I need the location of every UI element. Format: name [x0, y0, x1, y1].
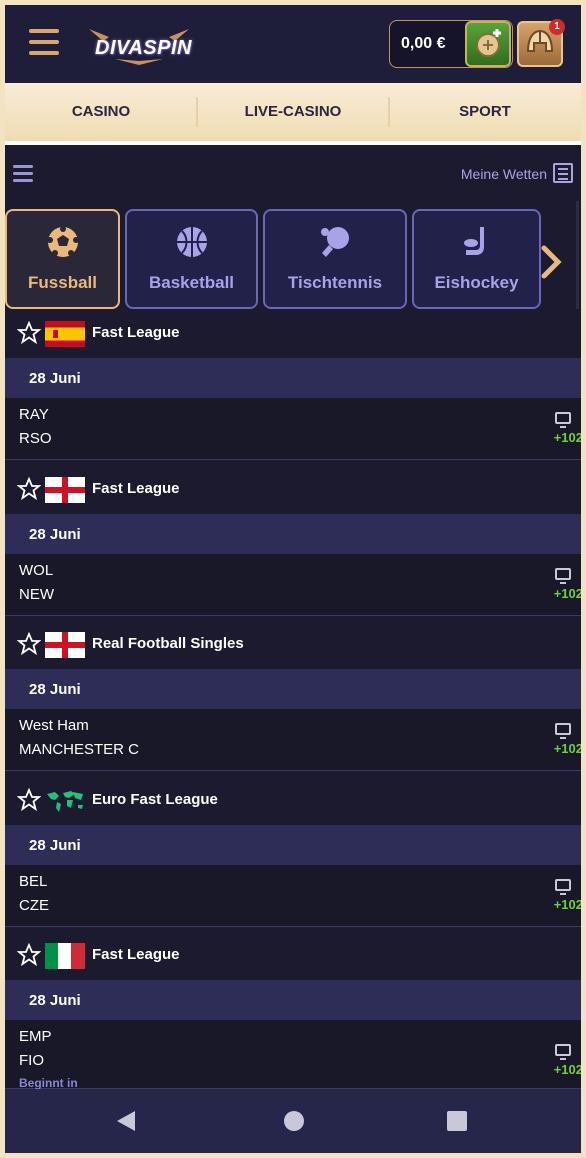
star-icon[interactable]: [17, 788, 41, 812]
home-team: BEL: [19, 873, 48, 890]
star-icon[interactable]: [17, 477, 41, 501]
match-date: 28 Juni: [29, 370, 81, 387]
tv-icon: [555, 879, 571, 895]
match-date: 28 Juni: [29, 526, 81, 543]
league-header[interactable]: Fast League: [5, 313, 581, 355]
my-bets-link[interactable]: Meine Wetten: [461, 166, 547, 182]
sports-menu-icon[interactable]: [13, 165, 33, 183]
bet-slip-icon[interactable]: [553, 163, 573, 183]
back-icon[interactable]: [117, 1111, 135, 1131]
nav-casino[interactable]: CASINO: [5, 83, 197, 141]
tile-label: Tischtennis: [287, 273, 383, 292]
top-header: DIVASPIN 0,00 € 1: [5, 5, 581, 83]
tv-icon: [555, 412, 571, 428]
date-row: 28 Juni: [5, 669, 581, 709]
league-name: Fast League: [92, 480, 180, 497]
date-row: 28 Juni: [5, 514, 581, 554]
home-icon[interactable]: [284, 1111, 304, 1131]
coin-plus-icon: [476, 29, 501, 57]
match-row[interactable]: EMP FIO Beginnt in +102: [5, 1020, 581, 1090]
match-row[interactable]: West Ham MANCHESTER C +102: [5, 709, 581, 771]
home-team: RAY: [19, 406, 49, 423]
match-date: 28 Juni: [29, 681, 81, 698]
italy-flag-icon: [45, 943, 85, 969]
date-row: 28 Juni: [5, 358, 581, 398]
date-row: 28 Juni: [5, 825, 581, 865]
away-team: CZE: [19, 897, 49, 914]
home-team: West Ham: [19, 717, 89, 734]
match-date: 28 Juni: [29, 992, 81, 1009]
chevron-right-icon[interactable]: [539, 245, 563, 279]
league-name: Fast League: [92, 946, 180, 963]
star-icon[interactable]: [17, 321, 41, 345]
league-name: Euro Fast League: [92, 791, 218, 808]
tile-label: Eishockey: [434, 273, 519, 292]
profile-button[interactable]: 1: [517, 19, 565, 67]
match-row[interactable]: BEL CZE +102: [5, 865, 581, 927]
match-row[interactable]: WOL NEW +102: [5, 554, 581, 616]
league-name: Fast League: [92, 324, 180, 341]
notification-badge: 1: [549, 19, 565, 35]
england-flag-icon: [45, 632, 85, 658]
nav-live-casino[interactable]: LIVE-CASINO: [197, 83, 389, 141]
markets-count[interactable]: +102: [554, 741, 581, 756]
league-header[interactable]: Fast League: [5, 935, 581, 977]
away-team: RSO: [19, 430, 52, 447]
star-icon[interactable]: [17, 943, 41, 967]
away-team: NEW: [19, 586, 54, 603]
nav-sport[interactable]: SPORT: [389, 83, 581, 141]
home-team: EMP: [19, 1028, 52, 1045]
sport-tiles: Fussball Basketball Tischtennis Eishocke…: [5, 209, 581, 313]
tile-fussball[interactable]: Fussball: [5, 209, 120, 309]
menu-icon[interactable]: [29, 29, 59, 57]
markets-count[interactable]: +102: [554, 1062, 581, 1077]
deposit-button[interactable]: [465, 21, 511, 67]
logo-text: DIVASPIN: [95, 37, 192, 59]
tile-tischtennis[interactable]: Tischtennis: [263, 209, 407, 309]
home-team: WOL: [19, 562, 54, 579]
balance-amount: 0,00 €: [401, 35, 446, 52]
brand-logo[interactable]: DIVASPIN: [85, 23, 193, 65]
recent-apps-icon[interactable]: [447, 1111, 467, 1131]
hockey-icon: [463, 227, 484, 255]
tv-icon: [555, 1044, 571, 1060]
soccer-ball-icon: [46, 226, 79, 257]
match-date: 28 Juni: [29, 837, 81, 854]
match-row[interactable]: RAY RSO +102: [5, 398, 581, 460]
tile-eishockey[interactable]: Eishockey: [412, 209, 541, 309]
sport-subbar: Meine Wetten: [5, 149, 581, 199]
league-header[interactable]: Fast League: [5, 469, 581, 511]
league-header[interactable]: Euro Fast League: [5, 780, 581, 822]
system-nav-bar: [5, 1089, 581, 1153]
away-team: MANCHESTER C: [19, 741, 140, 758]
tv-icon: [555, 723, 571, 739]
app-frame: DIVASPIN 0,00 € 1 CASINO LIVE-CASINO SPO…: [5, 5, 581, 1153]
markets-count[interactable]: +102: [554, 430, 581, 445]
league-header[interactable]: Real Football Singles: [5, 624, 581, 666]
tv-icon: [555, 568, 571, 584]
tile-label: Fussball: [28, 273, 97, 292]
league-name: Real Football Singles: [92, 635, 244, 652]
main-nav: CASINO LIVE-CASINO SPORT: [5, 83, 581, 145]
markets-count[interactable]: +102: [554, 897, 581, 912]
date-row: 28 Juni: [5, 980, 581, 1020]
star-icon[interactable]: [17, 632, 41, 656]
england-flag-icon: [45, 477, 85, 503]
markets-count[interactable]: +102: [554, 586, 581, 601]
away-team: FIO: [19, 1052, 44, 1069]
world-map-icon: [47, 791, 83, 812]
begins-in-label: Beginnt in: [19, 1076, 78, 1090]
tile-basketball[interactable]: Basketball: [125, 209, 258, 309]
table-tennis-icon: [321, 227, 349, 257]
basketball-icon: [176, 227, 207, 257]
tiles-scrollbar[interactable]: [576, 201, 579, 309]
tile-label: Basketball: [148, 273, 235, 292]
spain-flag-icon: [45, 321, 85, 347]
